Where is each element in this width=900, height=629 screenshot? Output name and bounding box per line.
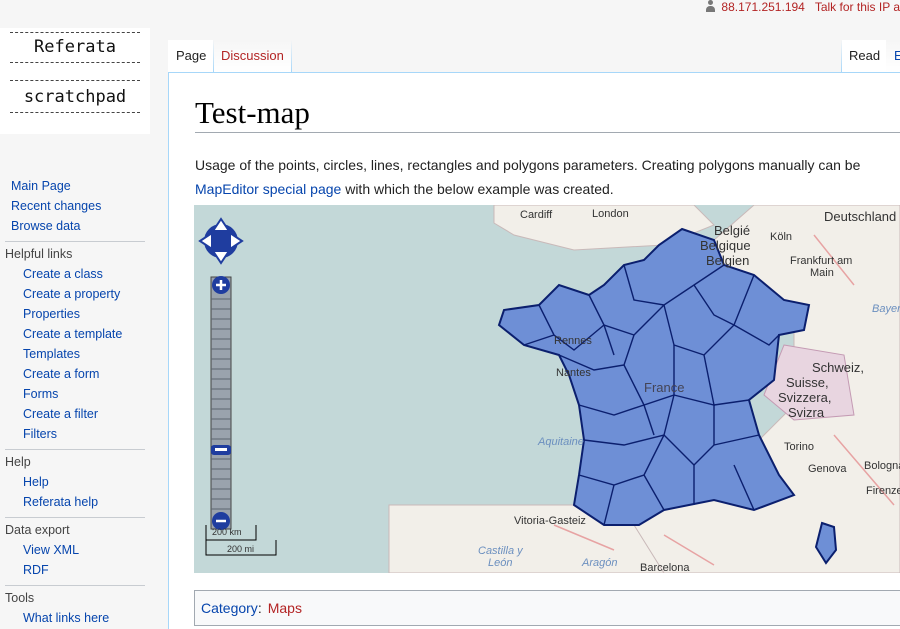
map-label-belgien: Belgien xyxy=(706,253,750,268)
sidebar-heading-tools: Tools xyxy=(0,585,150,608)
sidebar-item-referata-help[interactable]: Referata help xyxy=(0,492,150,512)
category-colon: : xyxy=(257,600,262,616)
tab-read[interactable]: Read xyxy=(841,40,889,72)
map-label-svizzera: Svizzera, xyxy=(778,390,832,405)
category-label-link[interactable]: Category xyxy=(201,600,258,616)
tab-edit[interactable]: E xyxy=(886,40,900,72)
map-label-genova: Genova xyxy=(808,463,847,475)
map-label-schweiz: Schweiz, xyxy=(812,360,865,375)
map-label-koln: Köln xyxy=(770,231,793,243)
intro-paragraph: Usage of the points, circles, lines, rec… xyxy=(195,153,900,201)
user-ip-link[interactable]: 88.171.251.194 xyxy=(721,0,804,14)
map-label-castilla: Castilla y xyxy=(478,545,523,557)
scale-mi-label: 200 mi xyxy=(227,544,255,554)
sidebar-item-rdf[interactable]: RDF xyxy=(0,560,150,580)
intro-line-1: Usage of the points, circles, lines, rec… xyxy=(195,157,861,173)
logo-word-1: Referata xyxy=(34,37,116,57)
sidebar-item-forms[interactable]: Forms xyxy=(0,384,150,404)
tab-separator xyxy=(213,40,214,72)
logo-word-2: scratchpad xyxy=(23,87,127,107)
logo-line xyxy=(10,80,140,81)
zoom-slider-track[interactable] xyxy=(210,276,232,530)
map-label-firenze: Firenze xyxy=(866,485,900,497)
map-view[interactable]: Cardiff London Deutschland Belgié Belgiq… xyxy=(194,205,900,573)
page-title: Test-map xyxy=(195,95,310,130)
talk-link[interactable]: Talk for this IP a xyxy=(815,0,900,14)
category-maps-link[interactable]: Maps xyxy=(268,600,302,616)
sidebar-item-create-filter[interactable]: Create a filter xyxy=(0,404,150,424)
intro-line-2: with which the below example was created… xyxy=(341,181,614,197)
sidebar-item-create-property[interactable]: Create a property xyxy=(0,284,150,304)
map-label-france: France xyxy=(644,380,685,395)
map-label-belgique: Belgique xyxy=(700,238,751,253)
category-box: Category: Maps xyxy=(194,590,900,626)
tab-page-label: Page xyxy=(176,48,207,63)
map-zoom-control[interactable] xyxy=(210,276,232,530)
sidebar-heading-helpful-links: Helpful links xyxy=(0,241,150,264)
map-label-main: Main xyxy=(810,267,834,279)
tab-read-label: Read xyxy=(849,48,881,63)
zoom-handle-mark xyxy=(215,448,227,451)
tab-discussion-label: Discussion xyxy=(221,48,284,63)
user-icon xyxy=(705,0,716,12)
tab-edit-label: E xyxy=(894,48,900,63)
sidebar-item-create-form[interactable]: Create a form xyxy=(0,364,150,384)
map-label-london: London xyxy=(592,208,629,220)
logo-line xyxy=(10,32,140,33)
sidebar: Main Page Recent changes Browse data Hel… xyxy=(0,176,150,628)
sidebar-item-filters[interactable]: Filters xyxy=(0,424,150,444)
logo-line xyxy=(10,112,140,113)
tab-separator xyxy=(841,40,842,72)
mapeditor-link[interactable]: MapEditor special page xyxy=(195,181,341,197)
scale-km-label: 200 km xyxy=(212,527,242,537)
map-label-aquitaine: Aquitaine xyxy=(538,436,584,448)
sidebar-item-recent-changes[interactable]: Recent changes xyxy=(0,196,150,216)
sidebar-heading-help: Help xyxy=(0,449,150,472)
sidebar-item-create-template[interactable]: Create a template xyxy=(0,324,150,344)
tab-discussion[interactable]: Discussion xyxy=(213,40,292,72)
map-label-barcelona: Barcelona xyxy=(640,562,690,573)
map-label-leon: León xyxy=(488,557,513,569)
map-label-svizra: Svizra xyxy=(788,405,825,420)
sidebar-item-view-xml[interactable]: View XML xyxy=(0,540,150,560)
map-label-vitoria: Vitoria-Gasteiz xyxy=(514,515,586,527)
map-label-aragon: Aragón xyxy=(582,557,618,569)
sidebar-item-what-links-here[interactable]: What links here xyxy=(0,608,150,628)
map-label-deutschland: Deutschland xyxy=(824,209,897,224)
sidebar-item-main-page[interactable]: Main Page xyxy=(0,176,150,196)
map-label-bologna: Bologna xyxy=(864,460,900,472)
sidebar-item-help[interactable]: Help xyxy=(0,472,150,492)
map-label-belgie: Belgié xyxy=(714,223,751,238)
map-label-rennes: Rennes xyxy=(554,335,592,347)
logo-line xyxy=(10,62,140,63)
map-pan-control[interactable] xyxy=(198,217,244,265)
sidebar-item-properties[interactable]: Properties xyxy=(0,304,150,324)
tab-separator xyxy=(290,40,292,72)
map-label-frankfurt: Frankfurt am xyxy=(790,255,853,267)
title-divider xyxy=(195,132,900,133)
sidebar-heading-data-export: Data export xyxy=(0,517,150,540)
site-logo[interactable]: Referata scratchpad xyxy=(0,28,150,134)
sidebar-item-templates[interactable]: Templates xyxy=(0,344,150,364)
map-label-cardiff: Cardiff xyxy=(520,209,553,221)
personal-tools: 88.171.251.194 Talk for this IP a xyxy=(705,0,900,14)
map-label-suisse: Suisse, xyxy=(786,375,829,390)
map-label-bayern: Bayern xyxy=(872,303,900,315)
map-label-torino: Torino xyxy=(784,441,814,453)
sidebar-item-browse-data[interactable]: Browse data xyxy=(0,216,150,236)
sidebar-item-create-class[interactable]: Create a class xyxy=(0,264,150,284)
map-label-nantes: Nantes xyxy=(556,367,591,379)
tab-page[interactable]: Page xyxy=(168,40,215,72)
